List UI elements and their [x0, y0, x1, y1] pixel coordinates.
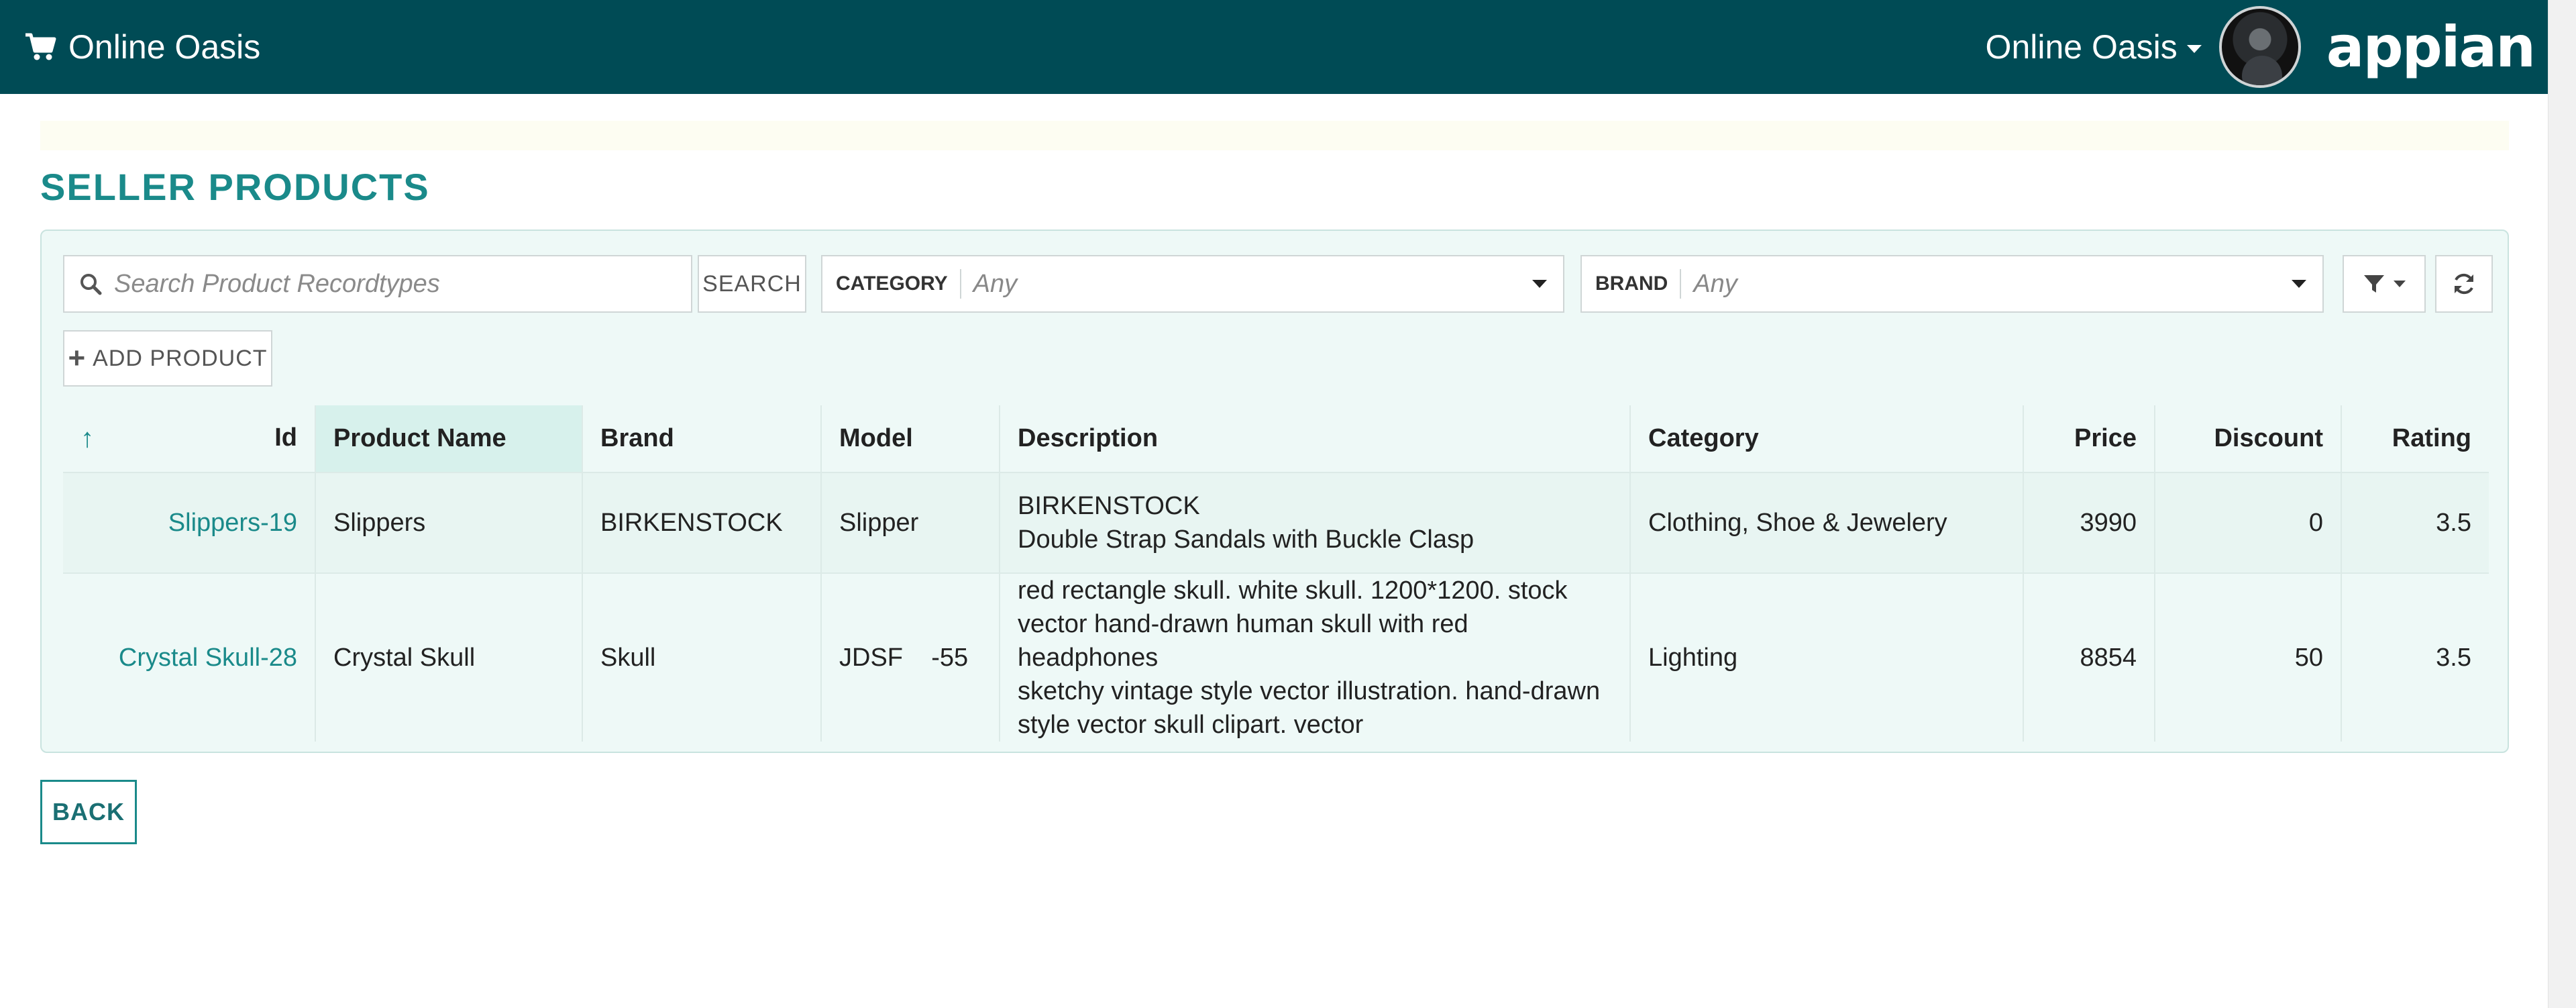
page-scrollbar[interactable]	[2548, 0, 2576, 1008]
search-input[interactable]	[114, 269, 678, 299]
search-field	[63, 255, 692, 313]
site-menu[interactable]: Online Oasis	[1986, 28, 2202, 66]
filter-icon	[2364, 275, 2384, 293]
appian-logo: appian	[2326, 14, 2536, 80]
brand-cell: BIRKENSTOCK	[582, 472, 822, 573]
user-avatar[interactable]	[2218, 6, 2301, 88]
header-right: Online Oasis appian	[1986, 0, 2536, 94]
notice-banner	[40, 121, 2509, 150]
rating-cell: 3.5	[2436, 509, 2471, 537]
rating-cell: 3.5	[2436, 644, 2471, 672]
plus-icon: +	[68, 342, 87, 374]
page-title: SELLER PRODUCTS	[40, 166, 430, 208]
add-product-button[interactable]: + ADD PRODUCT	[63, 330, 272, 387]
price-cell: 3990	[2023, 472, 2155, 573]
back-button[interactable]: BACK	[40, 780, 137, 844]
description-line: sketchy vintage style vector illustratio…	[1018, 677, 1601, 705]
column-header-brand[interactable]: Brand	[582, 405, 822, 472]
description-line: BIRKENSTOCK	[1018, 492, 1200, 520]
brand-dropdown[interactable]: BRAND Any	[1580, 255, 2324, 313]
table-header-row: ↑ Id Product Name Brand Model Descriptio…	[63, 405, 2489, 472]
column-header-discount[interactable]: Discount	[2155, 405, 2342, 472]
site-menu-label: Online Oasis	[1985, 28, 2178, 66]
brand-cell: Skull	[582, 573, 822, 742]
brand-label: BRAND	[1595, 269, 1682, 299]
category-label: CATEGORY	[836, 269, 961, 299]
column-header-product-name[interactable]: Product Name	[315, 405, 583, 472]
top-header-bar: Online Oasis Online Oasis appian	[0, 0, 2576, 94]
chevron-down-icon	[1532, 280, 1547, 288]
caret-down-icon	[2394, 281, 2406, 287]
cart-icon	[25, 33, 56, 60]
description-line: vector hand-drawn human skull with red h…	[1018, 610, 1468, 672]
table-row: Slippers-19 Slippers BIRKENSTOCK Slipper…	[63, 472, 2489, 573]
model-cell: JDSF -55	[821, 573, 1000, 742]
product-name-cell: Slippers	[315, 472, 583, 573]
discount-cell: 0	[2155, 472, 2342, 573]
refresh-button[interactable]	[2435, 255, 2493, 313]
table-row: Crystal Skull-28 Crystal Skull Skull JDS…	[63, 573, 2489, 742]
chevron-down-icon	[2292, 280, 2306, 288]
products-panel: SEARCH CATEGORY Any BRAND Any + ADD PROD…	[40, 230, 2509, 753]
description-line: Double Strap Sandals with Buckle Clasp	[1018, 525, 1474, 554]
category-dropdown[interactable]: CATEGORY Any	[821, 255, 1564, 313]
column-header-category[interactable]: Category	[1630, 405, 2024, 472]
product-name-cell: Crystal Skull	[315, 573, 583, 742]
app-title: Online Oasis	[68, 28, 261, 66]
product-id-link[interactable]: Slippers-19	[63, 472, 316, 573]
category-cell: Lighting	[1630, 573, 2024, 742]
price-cell: 8854	[2023, 573, 2155, 742]
products-table: ↑ Id Product Name Brand Model Descriptio…	[63, 405, 2489, 742]
add-product-label: ADD PRODUCT	[93, 345, 268, 371]
column-header-label: Id	[274, 423, 297, 452]
column-header-id[interactable]: ↑ Id	[63, 405, 316, 472]
product-id-link[interactable]: Crystal Skull-28	[63, 573, 316, 742]
description-line: red rectangle skull. white skull. 1200*1…	[1018, 576, 1568, 605]
column-header-price[interactable]: Price	[2023, 405, 2155, 472]
discount-cell: 50	[2155, 573, 2342, 742]
search-icon	[80, 274, 102, 295]
sort-ascending-icon: ↑	[80, 423, 94, 453]
description-cell: red rectangle skull. white skull. 1200*1…	[1000, 573, 1631, 742]
caret-down-icon	[2186, 45, 2202, 53]
column-header-model[interactable]: Model	[821, 405, 1000, 472]
search-button[interactable]: SEARCH	[698, 255, 806, 313]
app-brand[interactable]: Online Oasis	[24, 0, 260, 94]
column-header-description[interactable]: Description	[1000, 405, 1631, 472]
column-header-rating[interactable]: Rating	[2341, 405, 2489, 472]
filter-button[interactable]	[2343, 255, 2426, 313]
category-value: Any	[973, 269, 1018, 298]
description-cell: BIRKENSTOCK Double Strap Sandals with Bu…	[1000, 472, 1631, 573]
description-line: style vector skull clipart. vector	[1018, 711, 1364, 739]
brand-value: Any	[1693, 269, 1737, 298]
refresh-icon	[2455, 273, 2473, 295]
model-cell: Slipper	[821, 472, 1000, 573]
category-cell: Clothing, Shoe & Jewelery	[1630, 472, 2024, 573]
